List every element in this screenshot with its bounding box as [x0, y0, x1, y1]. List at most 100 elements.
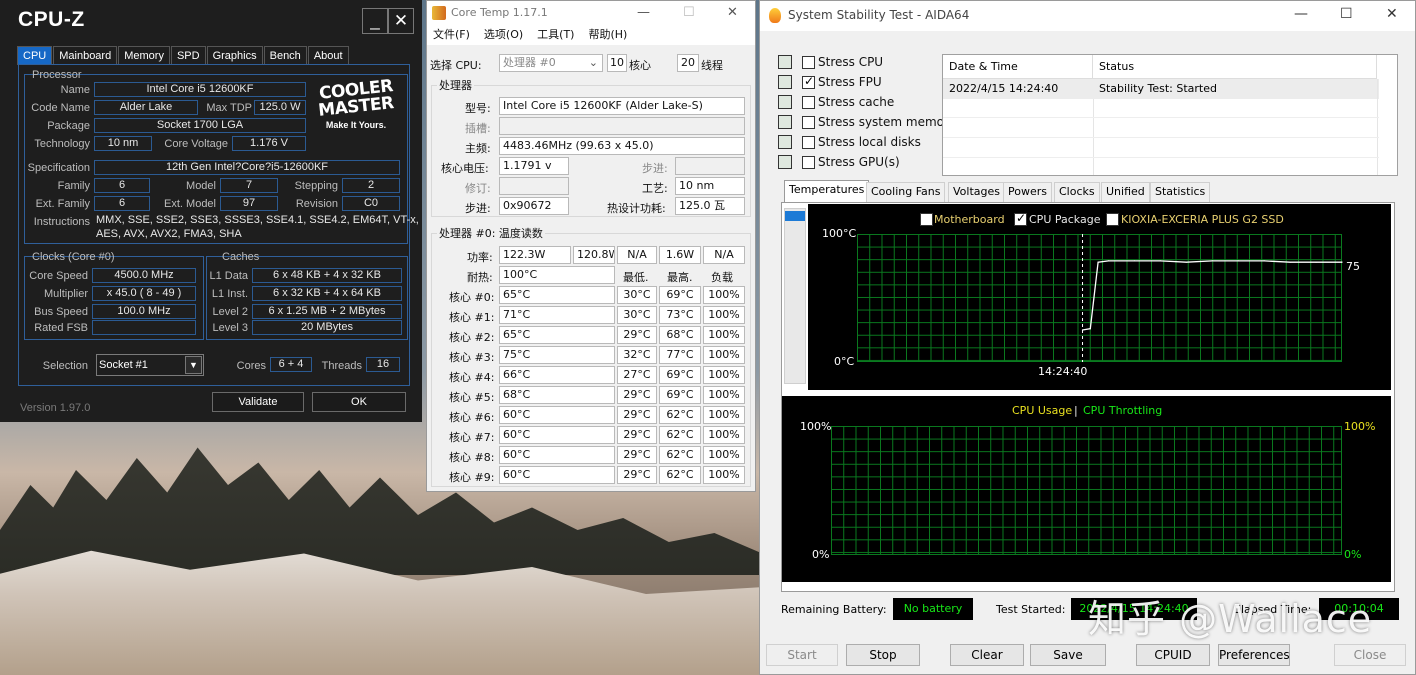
l1inst-label: L1 Inst. [211, 288, 248, 300]
menu-help[interactable]: 帮助(H) [588, 25, 627, 45]
legend-separator: | [1074, 404, 1078, 417]
data-point [1081, 329, 1084, 331]
tab-spd[interactable]: SPD [170, 46, 206, 65]
vid-label: 核心电压: [441, 162, 489, 175]
stress-label[interactable]: Stress CPU [818, 55, 883, 69]
graph-scrollbar[interactable] [784, 208, 806, 384]
stress-checkbox[interactable] [802, 156, 815, 169]
core-min: 29°C [617, 406, 657, 424]
stress-checkbox[interactable] [802, 136, 815, 149]
select-cpu-label: 选择 CPU: [430, 59, 482, 72]
preferences-button[interactable]: Preferences [1218, 644, 1290, 666]
stress-checkbox[interactable] [802, 56, 815, 69]
clocks-header: Clocks (Core #0) [32, 251, 115, 263]
readings-header: 处理器 #0: 温度读数 [437, 225, 545, 241]
legend-checkbox-cpu-package[interactable] [1014, 211, 1027, 226]
threads-label: 线程 [701, 59, 723, 72]
tab-mainboard[interactable]: Mainboard [53, 46, 118, 65]
log-header-status[interactable]: Status [1093, 55, 1377, 79]
socket-select[interactable]: Socket #1 ▼ [96, 354, 204, 376]
legend-checkbox-motherboard[interactable] [920, 213, 933, 226]
start-button[interactable]: Start [766, 644, 838, 666]
legend-checkbox-ssd[interactable] [1106, 213, 1119, 226]
stress-label[interactable]: Stress cache [818, 95, 894, 109]
core-load: 100% [703, 286, 745, 304]
stress-label[interactable]: Stress system memory [818, 115, 956, 129]
disk-drive-icon [778, 135, 792, 149]
minimize-icon[interactable]: — [637, 5, 650, 20]
save-button[interactable]: Save [1030, 644, 1106, 666]
maximize-icon: ☐ [683, 5, 695, 20]
version-label: Version 1.97.0 [20, 402, 91, 414]
maxtdp-label: Max TDP [206, 102, 252, 114]
tab-about[interactable]: About [307, 46, 349, 65]
tab-clocks[interactable]: Clocks [1054, 182, 1100, 202]
socket-label: 插槽: [465, 122, 491, 135]
cpuid-label: 步进: [465, 202, 491, 215]
logo-tagline: Make It Yours. [325, 120, 387, 130]
coretemp-menu: 文件(F) 选项(O) 工具(T) 帮助(H) [427, 25, 755, 45]
core-min: 29°C [617, 386, 657, 404]
cpuid-value: 0x90672 [499, 197, 569, 215]
tab-bench[interactable]: Bench [263, 46, 307, 65]
ok-button[interactable]: OK [312, 392, 406, 412]
minimize-button[interactable]: _ [362, 8, 388, 34]
tab-graphics[interactable]: Graphics [206, 46, 263, 65]
tab-unified[interactable]: Unified [1101, 182, 1150, 202]
tab-cooling-fans[interactable]: Cooling Fans [866, 182, 946, 202]
temp-axis-top: 100°C [822, 227, 857, 240]
stress-label[interactable]: Stress FPU [818, 75, 882, 89]
stress-checkbox[interactable] [802, 74, 815, 89]
model-label: Model [186, 180, 216, 192]
core-max: 69°C [659, 366, 701, 384]
core-label: 核心 #2: [449, 331, 495, 344]
corevoltage-label: Core Voltage [164, 138, 228, 150]
family-label: Family [57, 180, 90, 192]
core-temp: 75°C [499, 346, 615, 364]
coretemp-title: Core Temp 1.17.1 [451, 6, 548, 19]
test-started-label: Test Started: [996, 603, 1066, 616]
tab-temperatures[interactable]: Temperatures [784, 180, 870, 202]
menu-file[interactable]: 文件(F) [433, 25, 470, 45]
stress-checkbox[interactable] [802, 96, 815, 109]
data-point [1133, 260, 1136, 262]
extfamily-value: 6 [94, 196, 150, 211]
corespeed-value: 4500.0 MHz [92, 268, 196, 283]
stop-button[interactable]: Stop [846, 644, 920, 666]
maximize-icon[interactable]: ☐ [1340, 6, 1353, 22]
core-max: 62°C [659, 446, 701, 464]
row-divider [943, 117, 1379, 118]
tab-powers[interactable]: Powers [1003, 182, 1052, 202]
clear-button[interactable]: Clear [950, 644, 1024, 666]
minimize-icon[interactable]: — [1294, 6, 1308, 22]
tab-memory[interactable]: Memory [118, 46, 170, 65]
core-min: 27°C [617, 366, 657, 384]
stress-label[interactable]: Stress local disks [818, 135, 921, 149]
table-row[interactable]: 2022/4/15 14:24:40 Stability Test: Start… [943, 79, 1379, 99]
lithography-label: 工艺: [642, 182, 668, 195]
menu-options[interactable]: 选项(O) [484, 25, 523, 45]
log-header-datetime[interactable]: Date & Time [943, 55, 1093, 79]
core-load: 100% [703, 386, 745, 404]
scrollbar-thumb[interactable] [785, 211, 805, 221]
cpuid-button[interactable]: CPUID [1136, 644, 1210, 666]
stepping-value [675, 157, 745, 175]
model-value: 7 [220, 178, 278, 193]
close-button[interactable]: Close [1334, 644, 1406, 666]
validate-button[interactable]: Validate [212, 392, 304, 412]
tab-cpu[interactable]: CPU [17, 46, 53, 65]
level2-value: 6 x 1.25 MB + 2 MBytes [252, 304, 402, 319]
tab-statistics[interactable]: Statistics [1150, 182, 1211, 202]
level3-value: 20 MBytes [252, 320, 402, 335]
close-button[interactable]: ✕ [388, 8, 414, 34]
close-icon[interactable]: ✕ [1386, 6, 1398, 22]
tab-voltages[interactable]: Voltages [948, 182, 1005, 202]
stress-checkbox[interactable] [802, 116, 815, 129]
cpu-select[interactable]: 处理器 #0 ⌄ [499, 54, 603, 72]
core-min: 30°C [617, 306, 657, 324]
data-point [1237, 260, 1239, 262]
stress-label[interactable]: Stress GPU(s) [818, 155, 900, 169]
maxtdp-value: 125.0 W [254, 100, 306, 115]
close-icon[interactable]: ✕ [727, 5, 738, 20]
menu-tools[interactable]: 工具(T) [537, 25, 574, 45]
